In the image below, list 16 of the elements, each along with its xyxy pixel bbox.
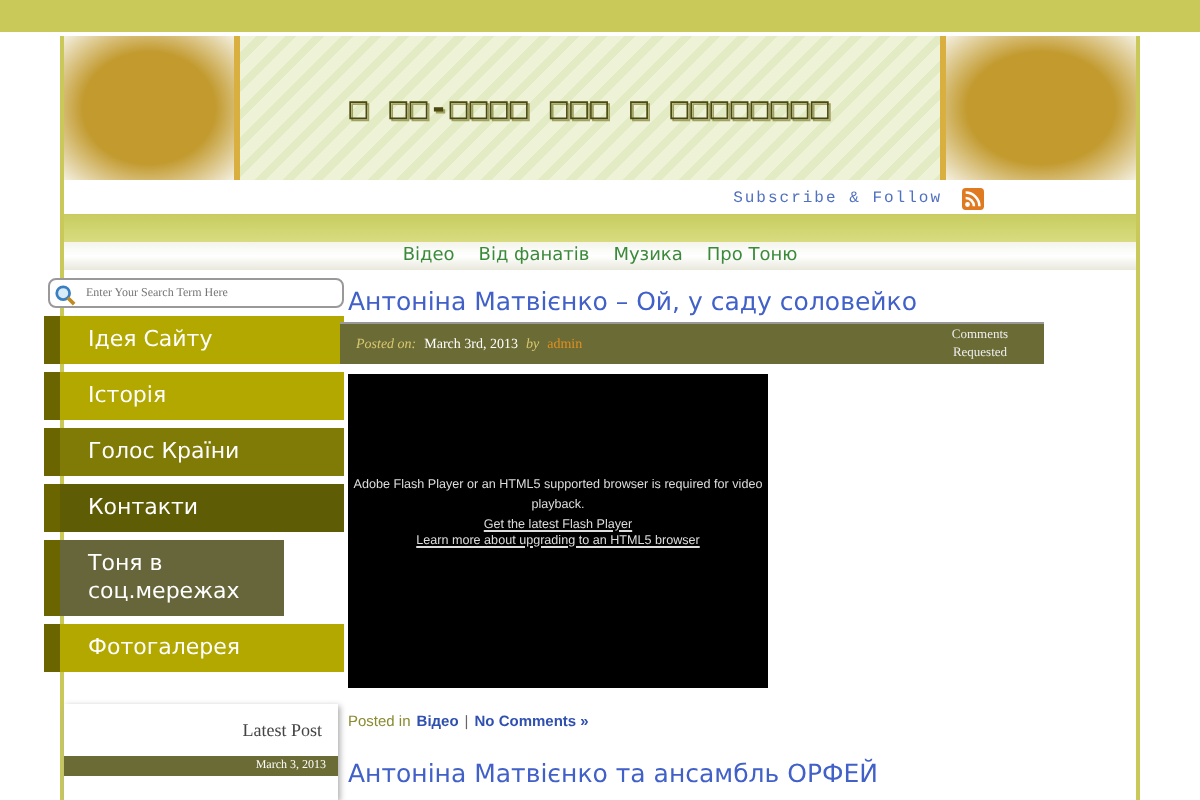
subscribe-link[interactable]: Subscribe & Follow: [733, 189, 942, 207]
sidebar-menu-item[interactable]: Тоня в соц.мережах: [44, 540, 284, 616]
latest-post-heading: Latest Post: [240, 720, 324, 740]
post-title[interactable]: Антоніна Матвієнко та ансамбль ОРФЕЙ: [348, 758, 1044, 788]
rss-icon[interactable]: [962, 187, 984, 209]
nav-link[interactable]: Музика: [613, 246, 683, 266]
nav-link[interactable]: Від фанатів: [478, 246, 590, 266]
site-title[interactable]: □ □□-□□□□ □□□ □ □□□□□□□□: [349, 90, 831, 126]
sidebar-menu-item[interactable]: Голос Країни: [44, 428, 344, 476]
nav-link[interactable]: Про Тоню: [706, 246, 798, 266]
sidebar-menu-item[interactable]: Ідея Сайту: [44, 316, 344, 364]
sidebar-menu-item[interactable]: Історія: [44, 372, 344, 420]
sidebar-menu-item[interactable]: Фотогалерея: [44, 624, 344, 672]
nav-link[interactable]: Відео: [402, 246, 455, 266]
post-title[interactable]: Антоніна Матвієнко – Ой, у саду соловейко: [348, 286, 1044, 316]
sidebar-menu-item[interactable]: Контакти: [44, 484, 344, 532]
